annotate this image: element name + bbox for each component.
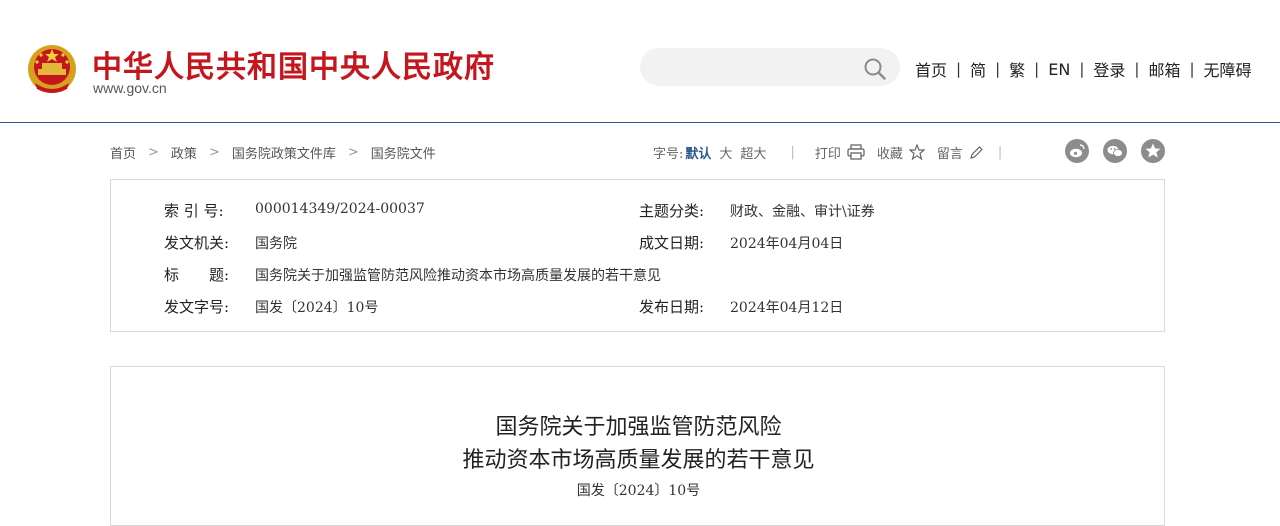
topic-value: 财政、金融、审计\证券 <box>730 204 875 220</box>
nav-separator: | <box>1134 60 1140 78</box>
star-icon[interactable] <box>908 144 925 160</box>
search-icon[interactable] <box>863 57 887 81</box>
title-label: 标 题: <box>164 266 230 284</box>
breadcrumb-home[interactable]: 首页 <box>110 143 136 162</box>
nav-separator: | <box>1079 60 1085 78</box>
font-size-default[interactable]: 默认 <box>685 143 711 162</box>
doc-number-label: 发文字号: <box>164 298 230 316</box>
nav-traditional[interactable]: 繁 <box>1009 57 1025 81</box>
qzone-icon[interactable] <box>1141 139 1165 163</box>
breadcrumb-policy-library[interactable]: 国务院政策文件库 <box>232 143 336 162</box>
printer-icon[interactable] <box>847 144 865 160</box>
breadcrumb-separator: > <box>148 144 159 160</box>
created-date-value: 2024年04月04日 <box>730 236 844 252</box>
article-title-line-2: 推动资本市场高质量发展的若干意见 <box>462 448 815 473</box>
weibo-icon[interactable] <box>1065 139 1089 163</box>
index-number-label: 索 引 号: <box>164 202 224 220</box>
nav-separator: | <box>956 60 962 78</box>
page-tools: 字号: 默认 大 超大 | 打印 收藏 留言 | <box>653 142 1022 162</box>
pencil-icon[interactable] <box>969 145 984 160</box>
nav-home[interactable]: 首页 <box>915 57 947 81</box>
nav-simplified[interactable]: 简 <box>970 57 986 81</box>
breadcrumb-separator: > <box>347 144 359 160</box>
doc-number-value: 国发〔2024〕10号 <box>255 300 379 316</box>
nav-separator: | <box>995 60 1001 78</box>
nav-separator: | <box>1189 60 1195 78</box>
article-content: 国务院关于加强监管防范风险 推动资本市场高质量发展的若干意见 国发〔2024〕1… <box>110 366 1165 526</box>
issuer-value: 国务院 <box>255 236 297 252</box>
print-button[interactable]: 打印 <box>815 143 841 162</box>
published-date-label: 发布日期: <box>639 298 705 316</box>
created-date-label: 成文日期: <box>639 234 705 252</box>
breadcrumb-policy[interactable]: 政策 <box>171 143 197 162</box>
tools-divider: | <box>790 144 795 160</box>
site-header: 中华人民共和国中央人民政府 www.gov.cn 首页 | 简 | 繁 | EN… <box>0 0 1280 123</box>
national-emblem-icon[interactable] <box>27 43 77 95</box>
document-info-box: 索 引 号: 000014349/2024-00037 主题分类: 财政、金融、… <box>110 179 1165 332</box>
site-url[interactable]: www.gov.cn <box>93 80 167 96</box>
index-number-value: 000014349/2024-00037 <box>255 201 425 217</box>
comment-button[interactable]: 留言 <box>937 143 963 162</box>
nav-english[interactable]: EN <box>1048 60 1070 79</box>
font-size-large[interactable]: 大 <box>719 143 732 162</box>
nav-accessibility[interactable]: 无障碍 <box>1204 57 1252 81</box>
wechat-icon[interactable] <box>1103 139 1127 163</box>
breadcrumb-separator: > <box>208 144 220 160</box>
title-value: 国务院关于加强监管防范风险推动资本市场高质量发展的若干意见 <box>255 268 661 284</box>
issuer-label: 发文机关: <box>164 234 230 252</box>
top-nav: 首页 | 简 | 繁 | EN | 登录 | 邮箱 | 无障碍 <box>915 57 1252 81</box>
breadcrumb: 首页 > 政策 > 国务院政策文件库 > 国务院文件 <box>110 142 436 162</box>
nav-mail[interactable]: 邮箱 <box>1148 57 1180 81</box>
search-box[interactable] <box>640 48 900 86</box>
topic-label: 主题分类: <box>639 202 705 220</box>
font-size-label: 字号: <box>653 146 684 162</box>
breadcrumb-state-council-docs[interactable]: 国务院文件 <box>371 143 436 162</box>
tools-divider: | <box>997 144 1003 160</box>
article-doc-number: 国发〔2024〕10号 <box>576 483 701 499</box>
search-input[interactable] <box>658 57 852 79</box>
published-date-value: 2024年04月12日 <box>730 300 844 316</box>
article-title-line-1: 国务院关于加强监管防范风险 <box>495 415 782 440</box>
favorite-button[interactable]: 收藏 <box>877 143 903 162</box>
font-size-xlarge[interactable]: 超大 <box>740 143 766 162</box>
nav-login[interactable]: 登录 <box>1093 57 1125 81</box>
nav-separator: | <box>1034 60 1040 78</box>
